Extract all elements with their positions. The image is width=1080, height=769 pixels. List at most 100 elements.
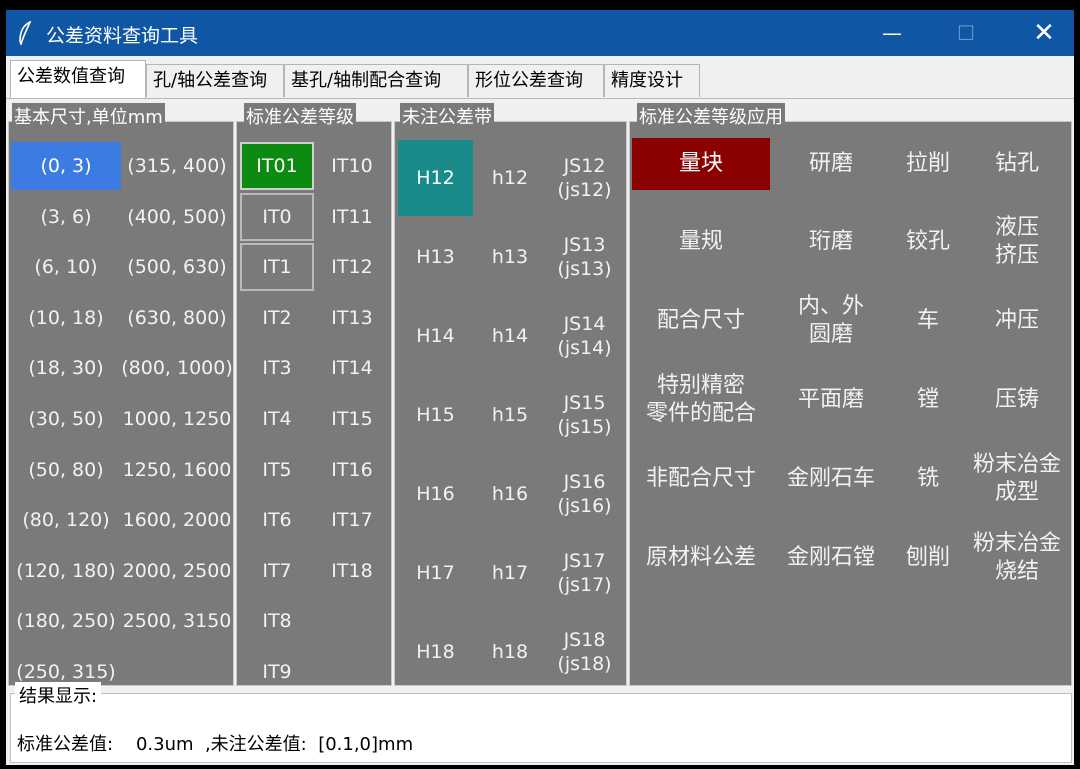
application-cell[interactable]: 钻孔 (966, 138, 1068, 190)
size-cell[interactable]: (500, 630) (121, 243, 233, 291)
minimize-button[interactable]: — (862, 10, 922, 56)
title-bar[interactable]: 公差资料查询工具 — ☐ ✕ (6, 10, 1074, 56)
band-cell-js[interactable]: JS16 (js16) (547, 454, 622, 534)
grade-cell[interactable]: IT0 (240, 192, 314, 241)
grade-cell[interactable]: IT4 (240, 395, 314, 443)
grade-cell[interactable]: IT1 (240, 243, 314, 292)
grade-cell[interactable]: IT10 (315, 142, 389, 190)
band-cell-js[interactable]: JS17 (js17) (547, 533, 622, 613)
band-cell-h[interactable]: h13 (475, 217, 545, 297)
tab-hole-shaft[interactable]: 孔/轴公差查询 (146, 64, 284, 97)
grade-cell-text-0: IT18 (331, 559, 373, 582)
grade-cell[interactable]: IT01 (240, 142, 314, 190)
size-cell[interactable]: (800, 1000) (121, 344, 233, 392)
application-cell[interactable]: 特别精密 零件的配合 (632, 361, 770, 439)
grade-cell[interactable]: IT6 (240, 496, 314, 544)
grade-cell[interactable]: IT9 (240, 648, 314, 696)
result-text: 标准公差值: 0.3um ,未注公差值: [0.1,0]mm (17, 734, 414, 755)
size-cell[interactable]: (1250, 1600) (121, 446, 233, 494)
band-cell-H[interactable]: H16 (398, 456, 473, 532)
tab-tolerance-value[interactable]: 公差数值查询 (10, 60, 146, 98)
tab-precision-design[interactable]: 精度设计 (604, 64, 700, 97)
maximize-button[interactable]: ☐ (936, 10, 996, 56)
size-cell[interactable]: (6, 10) (11, 243, 121, 291)
size-cell-text-0: (10, 18) (28, 306, 104, 329)
application-cell[interactable]: 冲压 (966, 282, 1068, 360)
size-cell[interactable]: (315, 400) (121, 142, 233, 190)
application-cell[interactable]: 内、外 圆磨 (772, 282, 890, 360)
band-cell-H[interactable]: H13 (398, 219, 473, 295)
size-cell-text-0: (2500, 3150) (121, 610, 233, 633)
band-cell-H[interactable]: H18 (398, 614, 473, 690)
grade-cell[interactable]: IT13 (315, 294, 389, 342)
size-cell[interactable]: (50, 80) (11, 446, 121, 494)
band-cell-h[interactable]: h16 (475, 454, 545, 534)
application-cell[interactable]: 压铸 (966, 361, 1068, 439)
size-cell[interactable]: (1600, 2000) (121, 496, 233, 544)
size-cell[interactable]: (18, 30) (11, 344, 121, 392)
grade-cell[interactable]: IT2 (240, 294, 314, 342)
size-cell[interactable]: (80, 120) (11, 496, 121, 544)
size-cell[interactable]: (3, 6) (11, 193, 121, 241)
application-cell[interactable]: 镗 (892, 361, 964, 439)
band-cell-js[interactable]: JS15 (js15) (547, 375, 622, 455)
application-cell[interactable]: 液压 挤压 (966, 203, 1068, 281)
grade-cell[interactable]: IT12 (315, 243, 389, 291)
application-cell[interactable]: 珩磨 (772, 203, 890, 281)
size-cell[interactable]: (180, 250) (11, 597, 121, 645)
grade-cell[interactable]: IT7 (240, 547, 314, 595)
band-cell-H[interactable]: H15 (398, 377, 473, 453)
application-cell[interactable]: 原材料公差 (632, 519, 770, 597)
application-cell[interactable]: 金刚石镗 (772, 519, 890, 597)
band-cell-js[interactable]: JS14 (js14) (547, 296, 622, 376)
grade-cell[interactable]: IT3 (240, 344, 314, 392)
application-cell[interactable]: 粉末冶金 烧结 (966, 519, 1068, 597)
application-cell[interactable]: 车 (892, 282, 964, 360)
grade-cell[interactable]: IT8 (240, 597, 314, 645)
band-cell-js[interactable]: JS13 (js13) (547, 217, 622, 297)
band-cell-h[interactable]: h14 (475, 296, 545, 376)
size-cell[interactable]: (400, 500) (121, 193, 233, 241)
application-cell[interactable]: 配合尺寸 (632, 282, 770, 360)
application-cell[interactable]: 粉末冶金 成型 (966, 440, 1068, 518)
band-cell-H[interactable]: H17 (398, 535, 473, 611)
band-cell-H-text-0: H17 (416, 562, 455, 584)
application-cell[interactable]: 量块 (632, 138, 770, 190)
application-cell[interactable]: 刨削 (892, 519, 964, 597)
grade-cell[interactable]: IT11 (315, 193, 389, 241)
band-cell-h[interactable]: h12 (475, 138, 545, 218)
grade-cell[interactable]: IT17 (315, 496, 389, 544)
size-cell[interactable]: (2500, 3150) (121, 597, 233, 645)
grade-cell[interactable]: IT5 (240, 446, 314, 494)
band-cell-h[interactable]: h17 (475, 533, 545, 613)
band-cell-H[interactable]: H12 (398, 140, 473, 216)
size-cell[interactable]: (1000, 1250) (121, 395, 233, 443)
application-cell[interactable]: 量规 (632, 203, 770, 281)
application-cell[interactable]: 平面磨 (772, 361, 890, 439)
band-cell-js[interactable]: JS12 (js12) (547, 138, 622, 218)
application-cell[interactable]: 研磨 (772, 138, 890, 190)
size-cell[interactable]: (30, 50) (11, 395, 121, 443)
application-cell[interactable]: 铣 (892, 440, 964, 518)
size-cell[interactable]: (10, 18) (11, 294, 121, 342)
band-cell-h[interactable]: h15 (475, 375, 545, 455)
application-cell[interactable]: 铰孔 (892, 203, 964, 281)
grade-cell[interactable]: IT14 (315, 344, 389, 392)
band-cell-js[interactable]: JS18 (js18) (547, 612, 622, 692)
band-cell-h[interactable]: h18 (475, 612, 545, 692)
tab-geometric-tolerance[interactable]: 形位公差查询 (468, 64, 604, 97)
grade-cell[interactable]: IT15 (315, 395, 389, 443)
band-cell-H[interactable]: H14 (398, 298, 473, 374)
application-cell[interactable]: 拉削 (892, 138, 964, 190)
size-cell[interactable]: (0, 3) (11, 142, 121, 190)
grade-cell[interactable]: IT18 (315, 547, 389, 595)
close-button[interactable]: ✕ (1014, 10, 1074, 56)
grade-cell[interactable]: IT16 (315, 446, 389, 494)
size-cell[interactable]: (2000, 2500) (121, 547, 233, 595)
application-cell[interactable]: 非配合尺寸 (632, 440, 770, 518)
application-cell[interactable]: 金刚石车 (772, 440, 890, 518)
tab-fit-system[interactable]: 基孔/轴制配合查询 (284, 64, 468, 97)
size-cell[interactable]: (630, 800) (121, 294, 233, 342)
feather-icon (19, 21, 32, 45)
size-cell[interactable]: (120, 180) (11, 547, 121, 595)
